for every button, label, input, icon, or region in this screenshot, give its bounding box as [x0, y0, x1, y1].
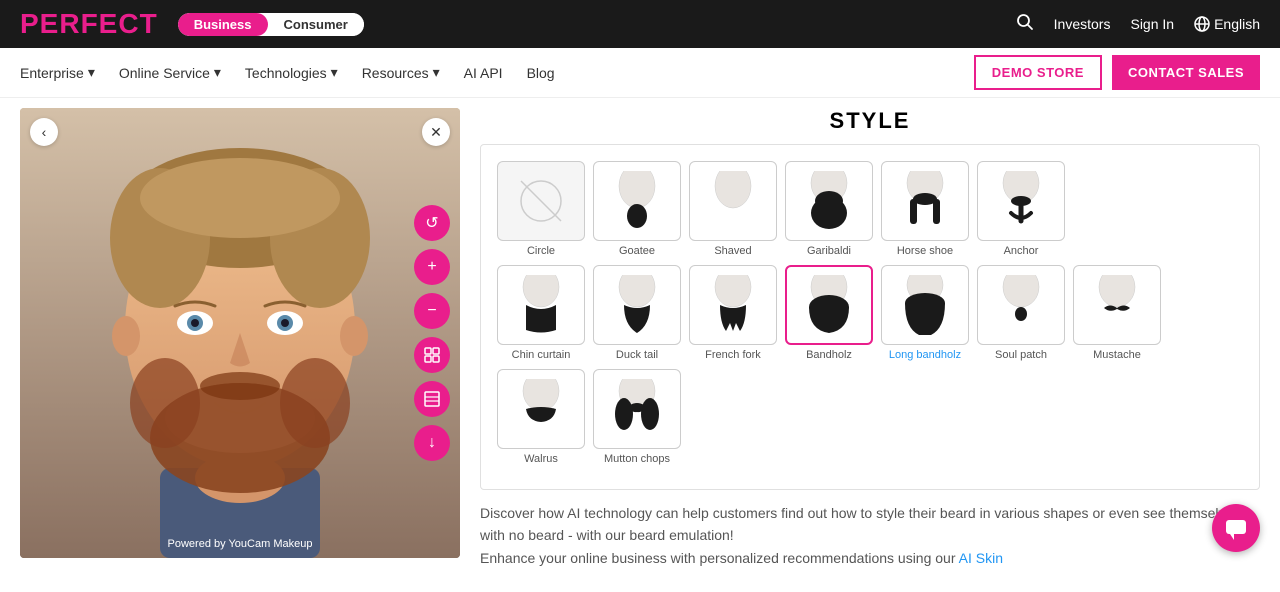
nav-online-service[interactable]: Online Service ▾	[119, 64, 221, 81]
demo-store-button[interactable]: DEMO STORE	[974, 55, 1102, 90]
zoom-in-button[interactable]: +	[414, 249, 450, 285]
nav-ai-api[interactable]: AI API	[464, 65, 503, 81]
style-item-long-bandholz[interactable]: Long bandholz	[881, 265, 969, 361]
tool-buttons: ↺ + −	[414, 205, 450, 461]
contact-sales-button[interactable]: CONTACT SALES	[1112, 55, 1260, 90]
style-box-horseshoe[interactable]	[881, 161, 969, 241]
style-item-chin-curtain[interactable]: Chin curtain	[497, 265, 585, 361]
style-panel: STYLE Circle	[480, 108, 1260, 569]
style-item-french-fork[interactable]: French fork	[689, 265, 777, 361]
style-label-anchor: Anchor	[1004, 245, 1039, 257]
search-icon[interactable]	[1016, 13, 1034, 36]
close-button[interactable]: ✕	[422, 118, 450, 146]
chevron-down-icon: ▾	[433, 64, 440, 81]
style-label-mutton-chops: Mutton chops	[604, 453, 670, 465]
description-paragraph-2: Enhance your online business with person…	[480, 547, 1260, 569]
style-title: STYLE	[480, 108, 1260, 134]
brand-logo: PERFECT	[20, 8, 158, 40]
consumer-toggle[interactable]: Consumer	[268, 13, 364, 36]
top-right-actions: Investors Sign In English	[1016, 13, 1260, 36]
photo-container: ‹ ✕ ↺ + −	[20, 108, 460, 558]
style-box-circle[interactable]	[497, 161, 585, 241]
style-item-circle[interactable]: Circle	[497, 161, 585, 257]
top-navigation: PERFECT Business Consumer Investors Sign…	[0, 0, 1280, 48]
face-svg	[20, 108, 460, 558]
business-consumer-toggle[interactable]: Business Consumer	[178, 13, 364, 36]
style-label-french-fork: French fork	[705, 349, 761, 361]
style-box-long-bandholz[interactable]	[881, 265, 969, 345]
style-item-goatee[interactable]: Goatee	[593, 161, 681, 257]
style-label-bandholz: Bandholz	[806, 349, 852, 361]
style-box-anchor[interactable]	[977, 161, 1065, 241]
style-label-shaved: Shaved	[714, 245, 751, 257]
style-label-soul-patch: Soul patch	[995, 349, 1047, 361]
style-row-3: Walrus Mutton chops	[497, 369, 1243, 465]
style-item-walrus[interactable]: Walrus	[497, 369, 585, 465]
style-grid: Circle Goatee	[480, 144, 1260, 490]
signin-link[interactable]: Sign In	[1130, 16, 1174, 32]
style-box-shaved[interactable]	[689, 161, 777, 241]
nav-technologies[interactable]: Technologies ▾	[245, 64, 338, 81]
style-item-anchor[interactable]: Anchor	[977, 161, 1065, 257]
description-paragraph-1: Discover how AI technology can help cust…	[480, 502, 1260, 547]
cta-buttons: DEMO STORE CONTACT SALES	[974, 55, 1260, 90]
style-item-duck-tail[interactable]: Duck tail	[593, 265, 681, 361]
style-label-chin-curtain: Chin curtain	[512, 349, 571, 361]
style-box-french-fork[interactable]	[689, 265, 777, 345]
zoom-out-button[interactable]: −	[414, 293, 450, 329]
style-box-duck-tail[interactable]	[593, 265, 681, 345]
style-item-horseshoe[interactable]: Horse shoe	[881, 161, 969, 257]
style-row-1: Circle Goatee	[497, 161, 1243, 257]
investors-link[interactable]: Investors	[1054, 16, 1111, 32]
download-button[interactable]: ↓	[414, 425, 450, 461]
reset-button[interactable]: ↺	[414, 205, 450, 241]
style-item-mutton-chops[interactable]: Mutton chops	[593, 369, 681, 465]
description-text: Discover how AI technology can help cust…	[480, 502, 1260, 569]
style-label-garibaldi: Garibaldi	[807, 245, 851, 257]
style-row-2: Chin curtain Duck tail	[497, 265, 1243, 361]
style-item-shaved[interactable]: Shaved	[689, 161, 777, 257]
style-item-bandholz[interactable]: Bandholz	[785, 265, 873, 361]
business-toggle[interactable]: Business	[178, 13, 268, 36]
nav-blog[interactable]: Blog	[527, 65, 555, 81]
style-box-mutton-chops[interactable]	[593, 369, 681, 449]
chevron-down-icon: ▾	[331, 64, 338, 81]
chevron-down-icon: ▾	[214, 64, 221, 81]
photo-panel: ‹ ✕ ↺ + −	[20, 108, 460, 569]
style-item-garibaldi[interactable]: Garibaldi	[785, 161, 873, 257]
style-label-mustache: Mustache	[1093, 349, 1141, 361]
style-box-goatee[interactable]	[593, 161, 681, 241]
style-box-chin-curtain[interactable]	[497, 265, 585, 345]
main-content: ‹ ✕ ↺ + −	[0, 98, 1280, 579]
style-box-soul-patch[interactable]	[977, 265, 1065, 345]
style-label-long-bandholz: Long bandholz	[889, 349, 961, 361]
style-label-circle: Circle	[527, 245, 555, 257]
language-selector[interactable]: English	[1194, 16, 1260, 32]
style-label-walrus: Walrus	[524, 453, 558, 465]
powered-by-label: Powered by YouCam Makeup	[168, 538, 313, 550]
ai-skin-link[interactable]: AI Skin	[959, 550, 1003, 566]
grid-button[interactable]	[414, 381, 450, 417]
nav-links: Enterprise ▾ Online Service ▾ Technologi…	[20, 64, 555, 81]
prev-arrow[interactable]: ‹	[30, 118, 58, 146]
language-label: English	[1214, 16, 1260, 32]
crop-button[interactable]	[414, 337, 450, 373]
style-box-mustache[interactable]	[1073, 265, 1161, 345]
style-item-mustache[interactable]: Mustache	[1073, 265, 1161, 361]
nav-resources[interactable]: Resources ▾	[362, 64, 440, 81]
face-photo	[20, 108, 460, 558]
secondary-navigation: Enterprise ▾ Online Service ▾ Technologi…	[0, 48, 1280, 98]
style-box-garibaldi[interactable]	[785, 161, 873, 241]
style-label-goatee: Goatee	[619, 245, 655, 257]
style-box-walrus[interactable]	[497, 369, 585, 449]
style-label-duck-tail: Duck tail	[616, 349, 658, 361]
chevron-down-icon: ▾	[88, 64, 95, 81]
chat-fab-button[interactable]	[1212, 504, 1260, 552]
style-box-bandholz[interactable]	[785, 265, 873, 345]
style-item-soul-patch[interactable]: Soul patch	[977, 265, 1065, 361]
nav-enterprise[interactable]: Enterprise ▾	[20, 64, 95, 81]
style-label-horseshoe: Horse shoe	[897, 245, 953, 257]
